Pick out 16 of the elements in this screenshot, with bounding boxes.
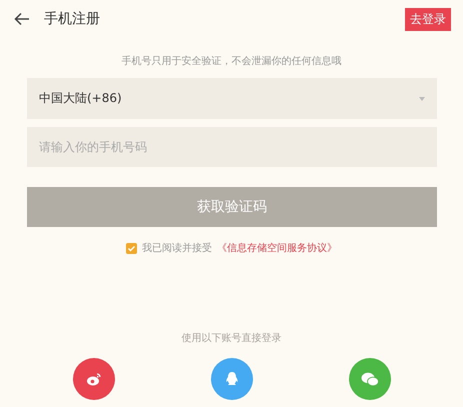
agreement-link[interactable]: 《信息存储空间服务协议》 xyxy=(217,241,337,255)
social-login-caption: 使用以下账号直接登录 xyxy=(180,332,282,345)
back-arrow-icon[interactable] xyxy=(14,12,30,26)
login-button[interactable]: 去登录 xyxy=(405,8,451,30)
page-title: 手机注册 xyxy=(44,10,101,28)
social-login-button[interactable] xyxy=(211,358,253,400)
social-login-button[interactable] xyxy=(73,358,115,400)
agreement-text: 我已阅读并接受 xyxy=(142,242,212,255)
penguin-icon xyxy=(225,371,239,387)
social-login-button[interactable] xyxy=(349,358,391,400)
agreement-checkbox[interactable] xyxy=(126,242,137,254)
dropdown-caret-icon xyxy=(419,96,425,100)
phone-input-field[interactable]: 请输入你的手机号码 xyxy=(27,127,437,167)
privacy-notice: 手机号只用于安全验证，不会泄漏你的任何信息哦 xyxy=(120,54,342,68)
region-select[interactable]: 中国大陆(+86) xyxy=(27,78,437,119)
chat-bubbles-icon xyxy=(361,372,379,386)
